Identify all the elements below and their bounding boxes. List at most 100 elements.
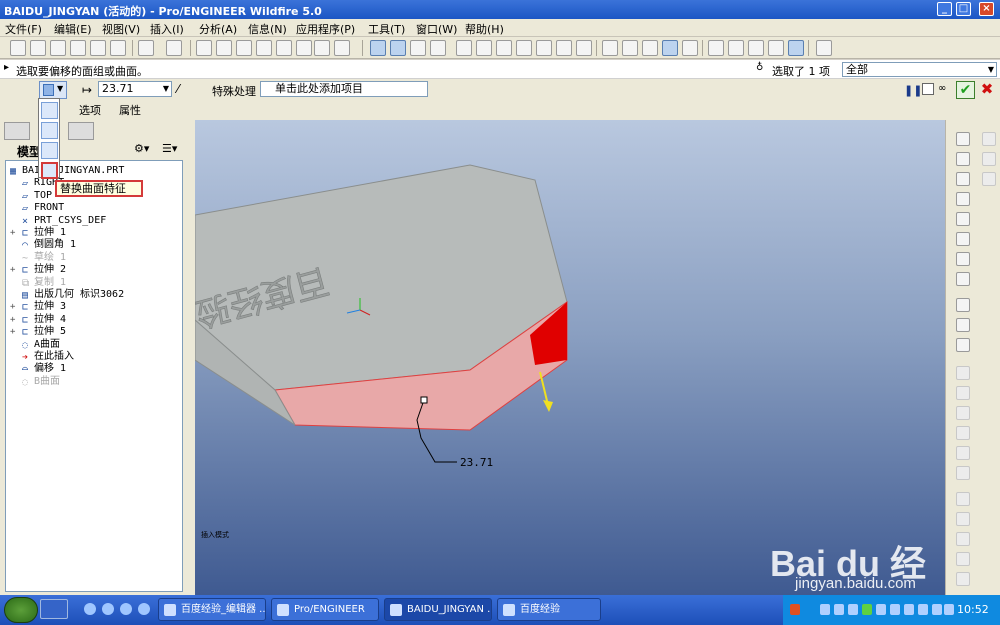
regenerate-icon[interactable] [276, 40, 292, 56]
menu-applications[interactable]: 应用程序(P) [296, 21, 355, 37]
appearance-icon[interactable] [430, 40, 446, 56]
app-icon[interactable] [120, 603, 132, 615]
tray-speaker-icon[interactable] [944, 604, 954, 615]
tree-item[interactable]: ⌓ 偏移 1 [22, 363, 66, 375]
tray-wifi-icon[interactable] [932, 604, 942, 615]
verify-glasses-icon[interactable]: ∞ [938, 83, 946, 94]
menu-help[interactable]: 帮助(H) [465, 21, 504, 37]
expand-icon[interactable]: + [10, 301, 15, 313]
trim-tool-icon[interactable] [956, 532, 970, 546]
view-manager-icon[interactable] [576, 40, 592, 56]
regen-manager-icon[interactable] [296, 40, 312, 56]
chamfer-tool-icon[interactable] [956, 466, 970, 480]
tree-item[interactable]: + ⊏ 拉伸 5 [10, 326, 66, 338]
quicklaunch-more-icon[interactable] [138, 603, 150, 615]
tree-item[interactable]: ▱ FRONT [22, 202, 64, 214]
copy-icon[interactable] [216, 40, 232, 56]
orient-mode-icon[interactable] [410, 40, 426, 56]
save-icon[interactable] [50, 40, 66, 56]
reorient-icon[interactable] [516, 40, 532, 56]
cut-icon[interactable] [196, 40, 212, 56]
tree-item[interactable]: ⧉ 复制 1 [22, 277, 66, 289]
undo-icon[interactable] [138, 40, 154, 56]
shell-tool-icon[interactable] [956, 386, 970, 400]
tab-model-tree[interactable] [4, 122, 30, 140]
tree-item[interactable]: ▤ 出版几何 标识3062 [22, 289, 124, 301]
tree-item[interactable]: + ⊏ 拉伸 1 [10, 227, 66, 239]
task-folder[interactable]: 百度经验 [497, 598, 601, 621]
task-editor[interactable]: 百度经验_编辑器 ... [158, 598, 266, 621]
email-icon[interactable] [90, 40, 106, 56]
minimize-button[interactable]: _ [937, 2, 952, 16]
tree-item[interactable]: + ⊏ 拉伸 4 [10, 314, 66, 326]
expand-icon[interactable]: + [10, 264, 15, 276]
refit-icon[interactable] [496, 40, 512, 56]
tab-folder-browser[interactable] [68, 122, 94, 140]
task-baidu-jingyan[interactable]: BAIDU_JINGYAN ... [384, 598, 492, 621]
tree-item[interactable]: ▦ BAIDU_JINGYAN.PRT [10, 165, 124, 177]
email-link-icon[interactable] [110, 40, 126, 56]
tree-item[interactable]: ◠ 倒圆角 1 [22, 239, 76, 251]
sketch-tool-icon[interactable] [982, 132, 996, 146]
draft-tool-icon[interactable] [956, 426, 970, 440]
repaint-icon[interactable] [370, 40, 386, 56]
hole-tool-icon[interactable] [956, 366, 970, 380]
redo-icon[interactable] [166, 40, 182, 56]
tab-properties[interactable]: 属性 [119, 102, 141, 118]
datum-plane-tool-icon[interactable] [956, 132, 970, 146]
tray-network-icon[interactable] [820, 604, 830, 615]
tree-item[interactable]: ⨯ PRT_CSYS_DEF [22, 215, 106, 227]
zoom-in-icon[interactable] [456, 40, 472, 56]
mirror-tool-icon[interactable] [956, 492, 970, 506]
ruler-tool-icon[interactable] [956, 272, 970, 286]
menu-insert[interactable]: 插入(I) [150, 21, 184, 37]
expand-icon[interactable]: + [10, 227, 15, 239]
tray-update-icon[interactable] [848, 604, 858, 615]
menu-window[interactable]: 窗口(W) [416, 21, 457, 37]
csys-display-icon[interactable] [768, 40, 784, 56]
offset-value-input[interactable]: 23.71 ▼ [98, 81, 172, 97]
print-icon[interactable] [70, 40, 86, 56]
close-button[interactable]: × [979, 2, 994, 16]
menu-info[interactable]: 信息(N) [248, 21, 287, 37]
graphics-window[interactable]: 百度经验 23.71 插入模式 Bai du 经验 jingyan.baidu.… [195, 120, 945, 595]
sweep-tool-icon[interactable] [956, 338, 970, 352]
tree-settings-icon[interactable]: ⚙▾ [134, 142, 149, 155]
layers-icon[interactable] [556, 40, 572, 56]
expand-offset-option[interactable] [41, 142, 58, 159]
expand-icon[interactable]: + [10, 314, 15, 326]
show-desktop-icon[interactable] [40, 599, 68, 619]
select-box-icon[interactable] [334, 40, 350, 56]
start-button[interactable] [4, 597, 38, 623]
replace-surface-option[interactable] [41, 162, 58, 179]
new-file-icon[interactable] [10, 40, 26, 56]
tray-antivirus-icon[interactable] [862, 604, 872, 615]
shading-icon[interactable] [662, 40, 678, 56]
table-tool-icon[interactable] [982, 172, 996, 186]
paste-special-icon[interactable] [256, 40, 272, 56]
offset-tool-icon[interactable] [956, 552, 970, 566]
tree-item[interactable]: ◌ A曲面 [22, 339, 60, 351]
menu-tools[interactable]: 工具(T) [368, 21, 405, 37]
spin-center-icon[interactable] [390, 40, 406, 56]
analysis-tool-icon[interactable] [956, 252, 970, 266]
tray-volume-icon[interactable] [918, 604, 928, 615]
tree-item[interactable]: + ⊏ 拉伸 3 [10, 301, 66, 313]
axis-tool-icon[interactable] [956, 172, 970, 186]
no-hidden-icon[interactable] [642, 40, 658, 56]
point-tool-icon[interactable] [956, 212, 970, 226]
tree-show-icon[interactable]: ☰▾ [162, 142, 177, 155]
context-help-icon[interactable] [816, 40, 832, 56]
find-icon[interactable] [314, 40, 330, 56]
offset-type-button[interactable]: ▼ [39, 81, 67, 99]
tree-item[interactable]: ▱ TOP [22, 190, 52, 202]
hidden-line-icon[interactable] [622, 40, 638, 56]
maximize-button[interactable]: □ [956, 2, 971, 16]
tray-app-icon[interactable] [790, 604, 800, 615]
drag-handle[interactable] [420, 396, 428, 404]
tree-item[interactable]: ◌ B曲面 [22, 376, 60, 388]
tray-security-icon[interactable] [834, 604, 844, 615]
thicken-tool-icon[interactable] [956, 572, 970, 586]
filter-select[interactable]: 全部 ▼ [842, 62, 997, 77]
tray-usb-icon[interactable] [904, 604, 914, 615]
